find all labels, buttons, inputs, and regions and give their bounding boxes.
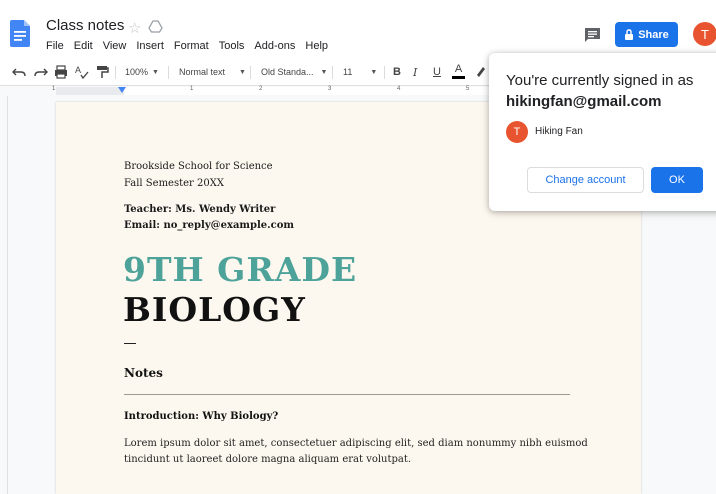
dialog-title: You're currently signed in as hikingfan@… [506,70,716,112]
zoom-value: 100% [125,67,149,77]
notes-heading: Notes [124,366,163,380]
docs-logo-icon[interactable] [10,20,30,47]
style-value: Normal text [179,67,226,77]
ruler-mark: 3 [328,86,332,92]
dialog-email: hikingfan@gmail.com [506,93,662,110]
semester: Fall Semester 20XX [124,178,224,189]
ruler-margin-left [56,87,124,95]
svg-text:A: A [75,65,81,75]
menu-format[interactable]: Format [174,40,209,52]
lock-icon [625,29,634,40]
toolbar-divider [384,66,385,79]
horizontal-rule [124,394,570,395]
comments-icon[interactable] [584,27,601,43]
menu-view[interactable]: View [103,40,127,52]
share-label: Share [638,28,669,41]
google-docs-window: Class notes ☆ File Edit View Insert Form… [0,0,716,494]
teacher-info: Teacher: Ms. Wendy Writer Email: no_repl… [124,202,294,234]
ruler-mark: 2 [259,86,263,92]
text-color-label: A [454,63,463,75]
title-line-1: 9TH GRADE [123,250,358,289]
school-info: Brookside School for Science Fall Semest… [124,158,273,192]
indent-marker-icon[interactable] [118,87,126,93]
font-value: Old Standa... [261,67,314,77]
toolbar-divider [168,66,169,79]
undo-icon[interactable] [12,64,26,80]
ruler-mark: 4 [397,86,401,92]
body-line: tincidunt ut laoreet dolore magna aliqua… [124,454,412,465]
italic-button[interactable]: I [413,64,417,80]
chevron-down-icon: ▼ [239,68,246,76]
menu-bar: File Edit View Insert Format Tools Add-o… [46,40,338,52]
ruler-mark: 5 [466,86,470,92]
account-avatar[interactable]: T [693,22,716,46]
school-name: Brookside School for Science [124,161,273,172]
teacher-name: Teacher: Ms. Wendy Writer [124,204,276,215]
menu-edit[interactable]: Edit [74,40,93,52]
font-select[interactable]: Old Standa... ▼ [261,64,327,80]
toolbar-divider [115,66,116,79]
menu-file[interactable]: File [46,40,64,52]
menu-addons[interactable]: Add-ons [254,40,295,52]
highlight-icon[interactable] [474,64,486,80]
spellcheck-icon[interactable]: A [75,64,89,80]
text-color-swatch [452,76,465,79]
dialog-title-text: You're currently signed in as [506,72,694,89]
account-avatar: T [506,121,528,143]
redo-icon[interactable] [34,64,48,80]
star-icon[interactable]: ☆ [128,19,141,37]
body-paragraph: Lorem ipsum dolor sit amet, consectetuer… [124,436,594,468]
paragraph-style-select[interactable]: Normal text ▼ [179,64,246,80]
vertical-ruler [0,96,8,494]
account-name: Hiking Fan [535,126,583,137]
title-bar: Class notes ☆ File Edit View Insert Form… [0,0,716,58]
zoom-select[interactable]: 100% ▼ [125,64,159,80]
ruler-mark: 1 [190,86,194,92]
body-line: Lorem ipsum dolor sit amet, consectetuer… [124,438,588,449]
toolbar-divider [332,66,333,79]
chevron-down-icon: ▼ [370,68,378,76]
move-to-drive-icon[interactable] [148,19,163,34]
ruler-mark: 1 [52,86,56,92]
underline-button[interactable]: U [433,64,441,80]
chevron-down-icon: ▼ [320,68,328,76]
text-color-button[interactable]: A [452,63,465,81]
change-account-button[interactable]: Change account [527,167,644,193]
bold-button[interactable]: B [393,64,401,80]
intro-heading: Introduction: Why Biology? [124,411,279,422]
chevron-down-icon: ▼ [152,68,159,76]
menu-help[interactable]: Help [305,40,328,52]
ok-button[interactable]: OK [651,167,703,193]
title-line-2: BIOLOGY [123,290,306,329]
font-size-value: 11 [343,67,353,77]
menu-tools[interactable]: Tools [219,40,245,52]
toolbar-divider [250,66,251,79]
font-size-select[interactable]: 11 ▼ [343,64,377,80]
menu-insert[interactable]: Insert [136,40,164,52]
teacher-email: Email: no_reply@example.com [124,220,294,231]
paint-format-icon[interactable] [95,64,109,80]
document-title[interactable]: Class notes [46,17,124,34]
share-button[interactable]: Share [615,22,678,47]
signed-in-dialog: You're currently signed in as hikingfan@… [489,53,716,211]
print-icon[interactable] [54,64,68,80]
title-divider [124,343,136,344]
